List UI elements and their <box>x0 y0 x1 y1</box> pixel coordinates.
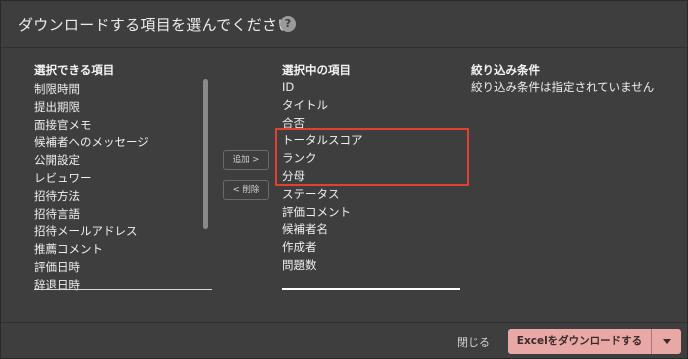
selected-item[interactable]: タイトル <box>282 97 462 115</box>
download-excel-button[interactable]: Excelをダウンロードする <box>508 329 651 354</box>
selected-item[interactable]: 評価コメント <box>282 204 462 222</box>
available-item[interactable]: 評価日時 <box>34 259 204 277</box>
selected-item[interactable]: ステータス <box>282 186 462 204</box>
highlight-annotation <box>275 128 469 186</box>
available-item[interactable]: 提出期限 <box>34 99 204 117</box>
available-item[interactable]: 面接官メモ <box>34 117 204 135</box>
available-item[interactable]: 公開設定 <box>34 152 204 170</box>
available-item[interactable]: 招待言語 <box>34 206 204 224</box>
available-item[interactable]: 制限時間 <box>34 81 204 99</box>
remove-button[interactable]: < 削除 <box>223 180 269 200</box>
available-item[interactable]: レビュワー <box>34 170 204 188</box>
selected-item[interactable]: ID <box>282 79 462 97</box>
caret-down-icon <box>663 339 671 344</box>
close-button[interactable]: 閉じる <box>457 334 490 350</box>
dialog-title: ダウンロードする項目を選んでください <box>18 16 293 34</box>
available-item[interactable]: 招待メールアドレス <box>34 223 204 241</box>
scrollbar-thumb[interactable] <box>203 79 208 229</box>
available-item[interactable]: 候補者へのメッセージ <box>34 134 204 152</box>
download-dialog: ダウンロードする項目を選んでください ? 選択できる項目 制限時間 提出期限 面接官… <box>0 0 688 359</box>
selected-list-divider <box>282 288 460 290</box>
available-item[interactable]: 推薦コメント <box>34 241 204 259</box>
available-list-divider <box>34 289 212 290</box>
available-scrollbar[interactable] <box>203 79 209 229</box>
selected-item[interactable]: 問題数 <box>282 257 462 275</box>
available-item[interactable]: 招待方法 <box>34 188 204 206</box>
selected-item[interactable]: 候補者名 <box>282 221 462 239</box>
filter-heading: 絞り込み条件 <box>471 63 540 77</box>
available-heading: 選択できる項目 <box>34 63 115 77</box>
add-button[interactable]: 追加 > <box>223 150 269 170</box>
filter-status: 絞り込み条件は指定されていません <box>471 80 655 94</box>
question-circle-icon[interactable]: ? <box>280 16 296 32</box>
available-list: 制限時間 提出期限 面接官メモ 候補者へのメッセージ 公開設定 レビュワー 招待方法 招待言語… <box>34 81 204 291</box>
dialog-header: ダウンロードする項目を選んでください ? <box>1 1 687 48</box>
selected-heading: 選択中の項目 <box>282 63 351 77</box>
download-options-button[interactable] <box>651 329 681 354</box>
selected-item[interactable]: 作成者 <box>282 239 462 257</box>
